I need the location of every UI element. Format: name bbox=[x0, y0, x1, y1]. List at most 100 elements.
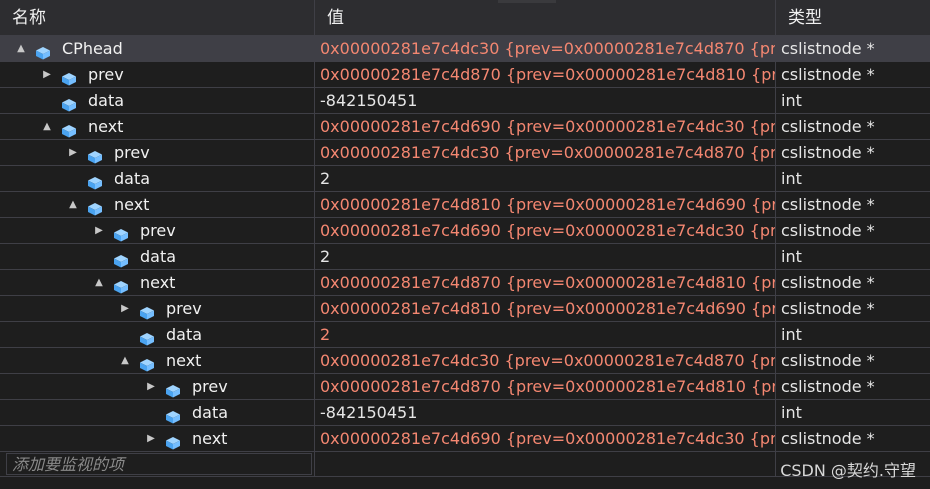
watch-row[interactable]: ▶ prev 0x00000281e7c4d870 {prev=0x00000281… bbox=[0, 62, 930, 88]
watch-row[interactable]: data 2 int bbox=[0, 244, 930, 270]
variable-name: next bbox=[88, 117, 124, 136]
value-cell[interactable]: 0x00000281e7c4d690 {prev=0x00000281e7c4d… bbox=[315, 218, 775, 243]
column-divider-value[interactable] bbox=[775, 0, 776, 476]
watch-row[interactable]: ▶ prev 0x00000281e7c4dc30 {prev=0x00000281… bbox=[0, 140, 930, 166]
watch-row[interactable]: ▶ prev 0x00000281e7c4d870 {prev=0x00000281… bbox=[0, 374, 930, 400]
field-cube-icon bbox=[61, 120, 77, 138]
variable-name: next bbox=[166, 351, 202, 370]
type-cell: int bbox=[781, 169, 802, 188]
type-cell: cslistnode * bbox=[776, 36, 930, 61]
variable-name: next bbox=[114, 195, 150, 214]
type-cell: int bbox=[781, 325, 802, 344]
expand-triangle-icon[interactable]: ▶ bbox=[118, 296, 132, 321]
name-cell: data bbox=[0, 244, 314, 269]
collapse-triangle-icon[interactable]: ▲ bbox=[40, 114, 54, 139]
watch-row[interactable]: ▶ prev 0x00000281e7c4d690 {prev=0x00000281… bbox=[0, 218, 930, 244]
expand-triangle-icon[interactable]: ▶ bbox=[40, 62, 54, 87]
value-cell[interactable]: 2 bbox=[315, 244, 775, 269]
field-cube-icon bbox=[165, 380, 181, 398]
name-cell: ▶ next bbox=[0, 426, 314, 451]
field-cube-icon bbox=[113, 276, 129, 294]
type-cell: cslistnode * bbox=[781, 117, 875, 136]
watch-row[interactable]: ▶ prev 0x00000281e7c4d810 {prev=0x00000281… bbox=[0, 296, 930, 322]
name-cell: data bbox=[0, 322, 314, 347]
watch-row[interactable]: data -842150451 int bbox=[0, 400, 930, 426]
type-cell: cslistnode * bbox=[781, 65, 875, 84]
field-cube-icon bbox=[165, 406, 181, 424]
field-cube-icon bbox=[87, 146, 103, 164]
watch-row[interactable]: ▲ next 0x00000281e7c4dc30 {prev=0x00000281… bbox=[0, 348, 930, 374]
expand-triangle-icon[interactable]: ▶ bbox=[66, 140, 80, 165]
value-cell[interactable]: -842150451 bbox=[315, 400, 775, 425]
expand-triangle-icon[interactable]: ▶ bbox=[144, 374, 158, 399]
variable-name: data bbox=[166, 325, 203, 344]
value-cell[interactable]: 0x00000281e7c4d870 {prev=0x00000281e7c4d… bbox=[315, 374, 775, 399]
field-cube-icon bbox=[113, 250, 129, 268]
value-cell[interactable]: 0x00000281e7c4d690 {prev=0x00000281e7c4d… bbox=[315, 114, 775, 139]
watch-row[interactable]: ▶ next 0x00000281e7c4d690 {prev=0x00000281… bbox=[0, 426, 930, 452]
name-cell: ▶ prev bbox=[0, 296, 314, 321]
type-cell: cslistnode * bbox=[781, 429, 875, 448]
watch-row[interactable]: ▲ next 0x00000281e7c4d810 {prev=0x00000281… bbox=[0, 192, 930, 218]
watermark: CSDN @契约.守望 bbox=[780, 461, 916, 480]
expand-triangle-icon[interactable]: ▶ bbox=[144, 426, 158, 451]
type-cell: cslistnode * bbox=[781, 143, 875, 162]
header-value[interactable]: 值 bbox=[315, 0, 775, 36]
variable-name: prev bbox=[88, 65, 124, 84]
value-cell[interactable]: 0x00000281e7c4d810 {prev=0x00000281e7c4d… bbox=[315, 192, 775, 217]
field-cube-icon bbox=[139, 354, 155, 372]
value-cell[interactable]: 0x00000281e7c4d810 {prev=0x00000281e7c4d… bbox=[315, 296, 775, 321]
add-watch-input[interactable]: 添加要监视的项 bbox=[6, 453, 312, 475]
watch-row[interactable]: data 2 int bbox=[0, 166, 930, 192]
name-cell: ▲ next bbox=[0, 114, 314, 139]
type-cell: cslistnode * bbox=[781, 351, 875, 370]
watch-row[interactable]: ▲ next 0x00000281e7c4d690 {prev=0x00000281… bbox=[0, 114, 930, 140]
watch-row[interactable]: ▲ next 0x00000281e7c4d870 {prev=0x00000281… bbox=[0, 270, 930, 296]
field-cube-icon bbox=[139, 328, 155, 346]
value-cell[interactable]: 0x00000281e7c4d870 {prev=0x00000281e7c4d… bbox=[315, 62, 775, 87]
value-cell[interactable]: 0x00000281e7c4dc30 {prev=0x00000281e7c4d… bbox=[315, 348, 775, 373]
column-divider-name[interactable] bbox=[314, 0, 315, 476]
variable-name: prev bbox=[166, 299, 202, 318]
type-cell: int bbox=[781, 403, 802, 422]
name-cell: ▶ prev bbox=[0, 374, 314, 399]
resize-grip[interactable] bbox=[498, 0, 556, 3]
value-cell[interactable]: 0x00000281e7c4dc30 {prev=0x00000281e7c4d… bbox=[315, 140, 775, 165]
collapse-triangle-icon[interactable]: ▲ bbox=[118, 348, 132, 373]
name-cell: ▲ next bbox=[0, 192, 314, 217]
column-header: 名称 值 类型 bbox=[0, 0, 930, 36]
name-cell: ▶ prev bbox=[0, 218, 314, 243]
name-cell: ▶ prev bbox=[0, 62, 314, 87]
watch-row[interactable]: data -842150451 int bbox=[0, 88, 930, 114]
watch-row[interactable]: data 2 int bbox=[0, 322, 930, 348]
variable-name: prev bbox=[114, 143, 150, 162]
variable-name: data bbox=[88, 91, 125, 110]
type-cell: cslistnode * bbox=[781, 299, 875, 318]
header-type[interactable]: 类型 bbox=[776, 0, 930, 36]
value-cell[interactable]: 0x00000281e7c4d690 {prev=0x00000281e7c4d… bbox=[315, 426, 775, 451]
header-name[interactable]: 名称 bbox=[0, 0, 314, 36]
name-cell: data bbox=[0, 88, 314, 113]
watch-window: 名称 值 类型 ▲ CPhead 0x00000281e7c4dc30 {prev=… bbox=[0, 0, 930, 489]
value-cell[interactable]: 0x00000281e7c4dc30 {prev=0x00000281e7c4d… bbox=[315, 36, 775, 61]
value-cell[interactable]: -842150451 bbox=[315, 88, 775, 113]
value-cell[interactable]: 2 bbox=[315, 322, 775, 347]
value-cell[interactable]: 2 bbox=[315, 166, 775, 191]
variable-name: prev bbox=[192, 377, 228, 396]
expand-triangle-icon[interactable]: ▶ bbox=[92, 218, 106, 243]
field-cube-icon bbox=[87, 198, 103, 216]
value-cell[interactable]: 0x00000281e7c4d870 {prev=0x00000281e7c4d… bbox=[315, 270, 775, 295]
watch-row[interactable]: ▲ CPhead 0x00000281e7c4dc30 {prev=0x000002… bbox=[0, 36, 930, 62]
collapse-triangle-icon[interactable]: ▲ bbox=[66, 192, 80, 217]
collapse-triangle-icon[interactable]: ▲ bbox=[14, 36, 28, 61]
type-cell: int bbox=[781, 247, 802, 266]
name-cell: ▲ next bbox=[0, 348, 314, 373]
name-cell: data bbox=[0, 400, 314, 425]
type-cell: cslistnode * bbox=[781, 377, 875, 396]
variable-name: next bbox=[192, 429, 228, 448]
field-cube-icon bbox=[87, 172, 103, 190]
field-cube-icon bbox=[61, 68, 77, 86]
collapse-triangle-icon[interactable]: ▲ bbox=[92, 270, 106, 295]
name-cell: ▲ CPhead bbox=[0, 36, 314, 61]
variable-name: CPhead bbox=[62, 39, 123, 58]
